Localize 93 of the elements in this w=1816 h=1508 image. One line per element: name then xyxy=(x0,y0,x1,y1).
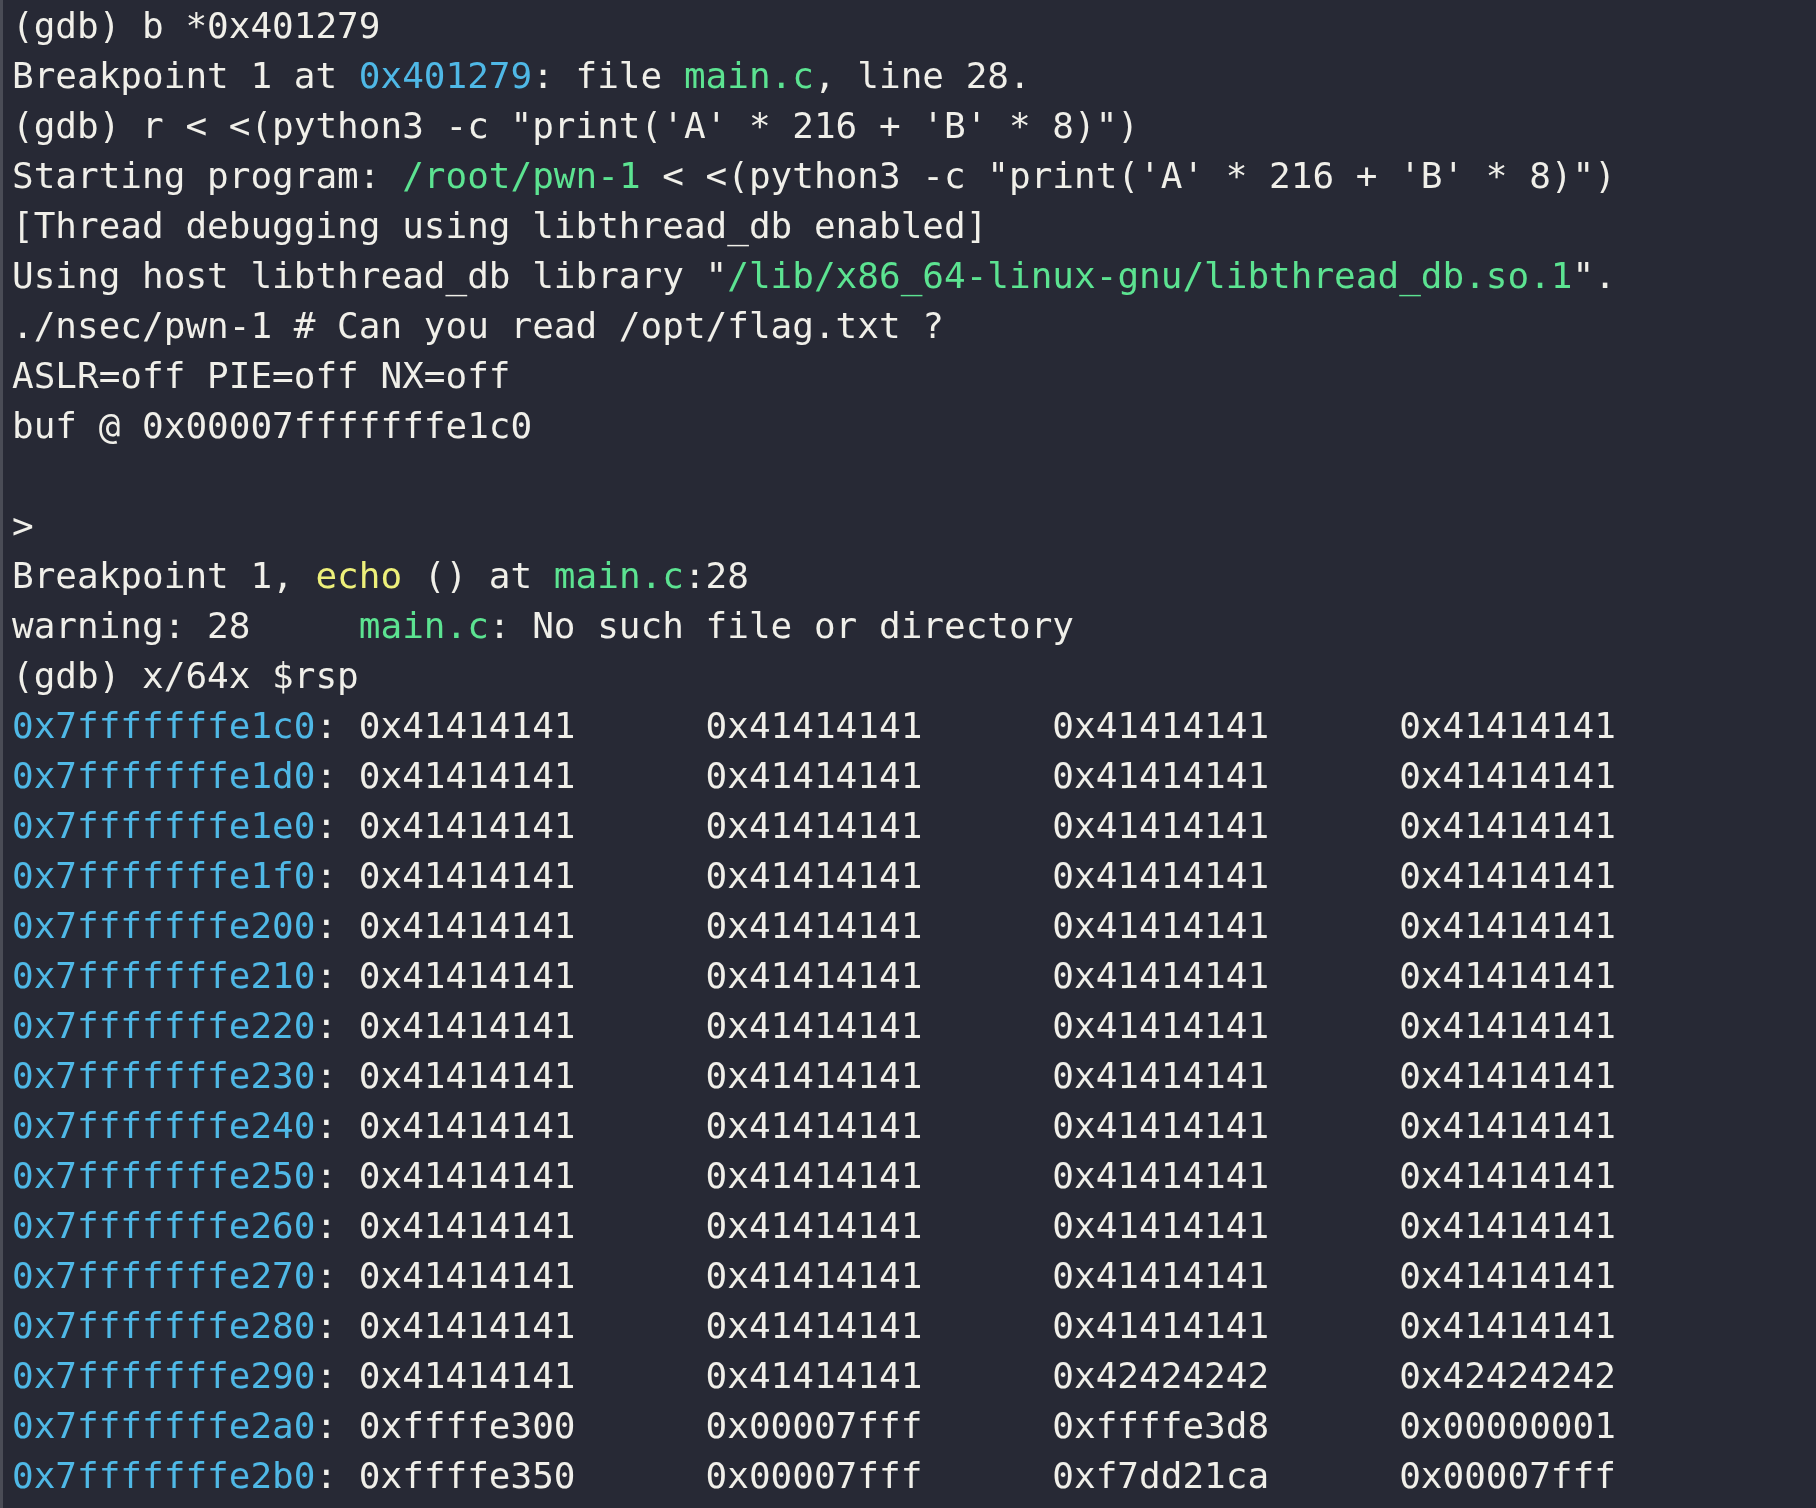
memory-value: 0x41414141 xyxy=(1052,1104,1270,1148)
memory-value: 0x41414141 xyxy=(705,1154,923,1198)
memory-address: 0x7fffffffe240: xyxy=(12,1104,339,1148)
memory-value: 0x41414141 xyxy=(358,1054,576,1098)
memory-value: 0x41414141 xyxy=(1052,954,1270,998)
terminal-line: Breakpoint 1, echo () at main.c:28 xyxy=(12,554,750,598)
memory-value: 0x41414141 xyxy=(358,1254,576,1298)
memory-value: 0x41414141 xyxy=(1399,1054,1616,1098)
terminal-line: (gdb) b *0x401279 xyxy=(12,4,382,48)
memory-value: 0xffffe350 xyxy=(358,1454,576,1498)
memory-value: 0x41414141 xyxy=(1399,704,1616,748)
memory-value: 0x41414141 xyxy=(1399,1254,1616,1298)
memory-value: 0x41414141 xyxy=(1399,904,1616,948)
memory-value: 0x41414141 xyxy=(358,754,576,798)
memory-value: 0x41414141 xyxy=(705,804,923,848)
memory-value: 0x42424242 xyxy=(1399,1354,1616,1398)
memory-value: 0x41414141 xyxy=(705,904,923,948)
memory-value: 0x41414141 xyxy=(1399,1154,1616,1198)
memory-value: 0x41414141 xyxy=(1399,754,1616,798)
terminal-line: ASLR=off PIE=off NX=off xyxy=(12,354,512,398)
memory-value: 0x41414141 xyxy=(1399,1104,1616,1148)
memory-value: 0x41414141 xyxy=(1399,1304,1616,1348)
memory-value: 0x00007fff xyxy=(1399,1454,1616,1498)
memory-value: 0xffffe300 xyxy=(358,1404,576,1448)
memory-value: 0x41414141 xyxy=(1052,754,1270,798)
memory-address: 0x7fffffffe2b0: xyxy=(12,1454,339,1498)
memory-value: 0x41414141 xyxy=(358,1104,576,1148)
memory-value: 0x41414141 xyxy=(1052,1204,1270,1248)
memory-address: 0x7fffffffe290: xyxy=(12,1354,339,1398)
memory-value: 0x41414141 xyxy=(1052,904,1270,948)
memory-address: 0x7fffffffe210: xyxy=(12,954,339,998)
memory-value: 0x41414141 xyxy=(705,1254,923,1298)
memory-address: 0x7fffffffe1f0: xyxy=(12,854,339,898)
memory-address: 0x7fffffffe220: xyxy=(12,1004,339,1048)
terminal-line: Using host libthread_db library "/lib/x86_64-linux-gnu/libthread_db.so.1". xyxy=(12,254,1617,299)
memory-value: 0x41414141 xyxy=(705,704,923,748)
memory-value: 0x00000001 xyxy=(1399,1404,1616,1448)
memory-value: 0x41414141 xyxy=(705,1304,923,1348)
terminal-line: (gdb) x/64x $rsp xyxy=(12,654,360,698)
memory-value: 0x41414141 xyxy=(705,1354,923,1398)
memory-address: 0x7fffffffe200: xyxy=(12,904,339,948)
memory-value: 0x41414141 xyxy=(1399,1004,1616,1048)
memory-value: 0x41414141 xyxy=(705,754,923,798)
memory-address: 0x7fffffffe1e0: xyxy=(12,804,339,848)
memory-value: 0x41414141 xyxy=(358,1304,576,1348)
memory-value: 0x41414141 xyxy=(1399,854,1616,898)
memory-value: 0x41414141 xyxy=(1052,1154,1270,1198)
memory-value: 0x41414141 xyxy=(1052,1004,1270,1048)
memory-value: 0x41414141 xyxy=(1399,954,1616,998)
memory-value: 0xffffe3d8 xyxy=(1052,1404,1270,1448)
memory-address: 0x7fffffffe230: xyxy=(12,1054,339,1098)
memory-value: 0x41414141 xyxy=(1052,704,1270,748)
memory-value: 0x41414141 xyxy=(1052,1254,1270,1298)
memory-value: 0x41414141 xyxy=(705,854,923,898)
memory-address: 0x7fffffffe250: xyxy=(12,1154,339,1198)
memory-value: 0x41414141 xyxy=(358,1154,576,1198)
terminal-line: [Thread debugging using libthread_db enabled] xyxy=(12,204,989,249)
terminal-line: ./nsec/pwn-1 # Can you read /opt/flag.txt ? xyxy=(12,304,945,348)
memory-value: 0xf7dd21ca xyxy=(1052,1454,1270,1498)
memory-value: 0x41414141 xyxy=(1052,854,1270,898)
memory-value: 0x41414141 xyxy=(705,1204,923,1248)
memory-value: 0x41414141 xyxy=(1399,1204,1616,1248)
memory-address: 0x7fffffffe280: xyxy=(12,1304,339,1348)
memory-value: 0x41414141 xyxy=(358,854,576,898)
memory-value: 0x41414141 xyxy=(705,954,923,998)
memory-value: 0x41414141 xyxy=(1052,804,1270,848)
memory-value: 0x41414141 xyxy=(358,704,576,748)
memory-address: 0x7fffffffe2a0: xyxy=(12,1404,339,1448)
memory-value: 0x41414141 xyxy=(1399,804,1616,848)
memory-address: 0x7fffffffe1d0: xyxy=(12,754,339,798)
memory-value: 0x42424242 xyxy=(1052,1354,1270,1398)
memory-value: 0x41414141 xyxy=(358,1204,576,1248)
memory-value: 0x41414141 xyxy=(358,1004,576,1048)
memory-address: 0x7fffffffe270: xyxy=(12,1254,339,1298)
memory-value: 0x41414141 xyxy=(358,804,576,848)
terminal-line: Starting program: /root/pwn-1 < <(python3 -c "print('A' * 216 + 'B' * 8)") xyxy=(12,154,1617,198)
memory-value: 0x41414141 xyxy=(358,954,576,998)
memory-value: 0x41414141 xyxy=(705,1104,923,1148)
memory-value: 0x41414141 xyxy=(705,1054,923,1098)
memory-value: 0x41414141 xyxy=(705,1004,923,1048)
terminal-line: (gdb) r < <(python3 -c "print('A' * 216 + 'B' * 8)") xyxy=(12,104,1141,148)
memory-value: 0x00007fff xyxy=(705,1454,923,1498)
memory-address: 0x7fffffffe1c0: xyxy=(12,704,339,748)
memory-value: 0x41414141 xyxy=(1052,1304,1270,1348)
memory-address: 0x7fffffffe260: xyxy=(12,1204,339,1248)
terminal-line: Breakpoint 1 at 0x401279: file main.c, line 28. xyxy=(12,54,1032,98)
terminal-line: buf @ 0x00007fffffffe1c0 xyxy=(12,404,534,448)
memory-value: 0x00007fff xyxy=(705,1404,923,1448)
memory-value: 0x41414141 xyxy=(358,1354,576,1398)
terminal-line: > xyxy=(12,504,35,548)
terminal-line: warning: 28 main.c: No such file or directory xyxy=(12,604,1076,648)
memory-value: 0x41414141 xyxy=(1052,1054,1270,1098)
memory-value: 0x41414141 xyxy=(358,904,576,948)
